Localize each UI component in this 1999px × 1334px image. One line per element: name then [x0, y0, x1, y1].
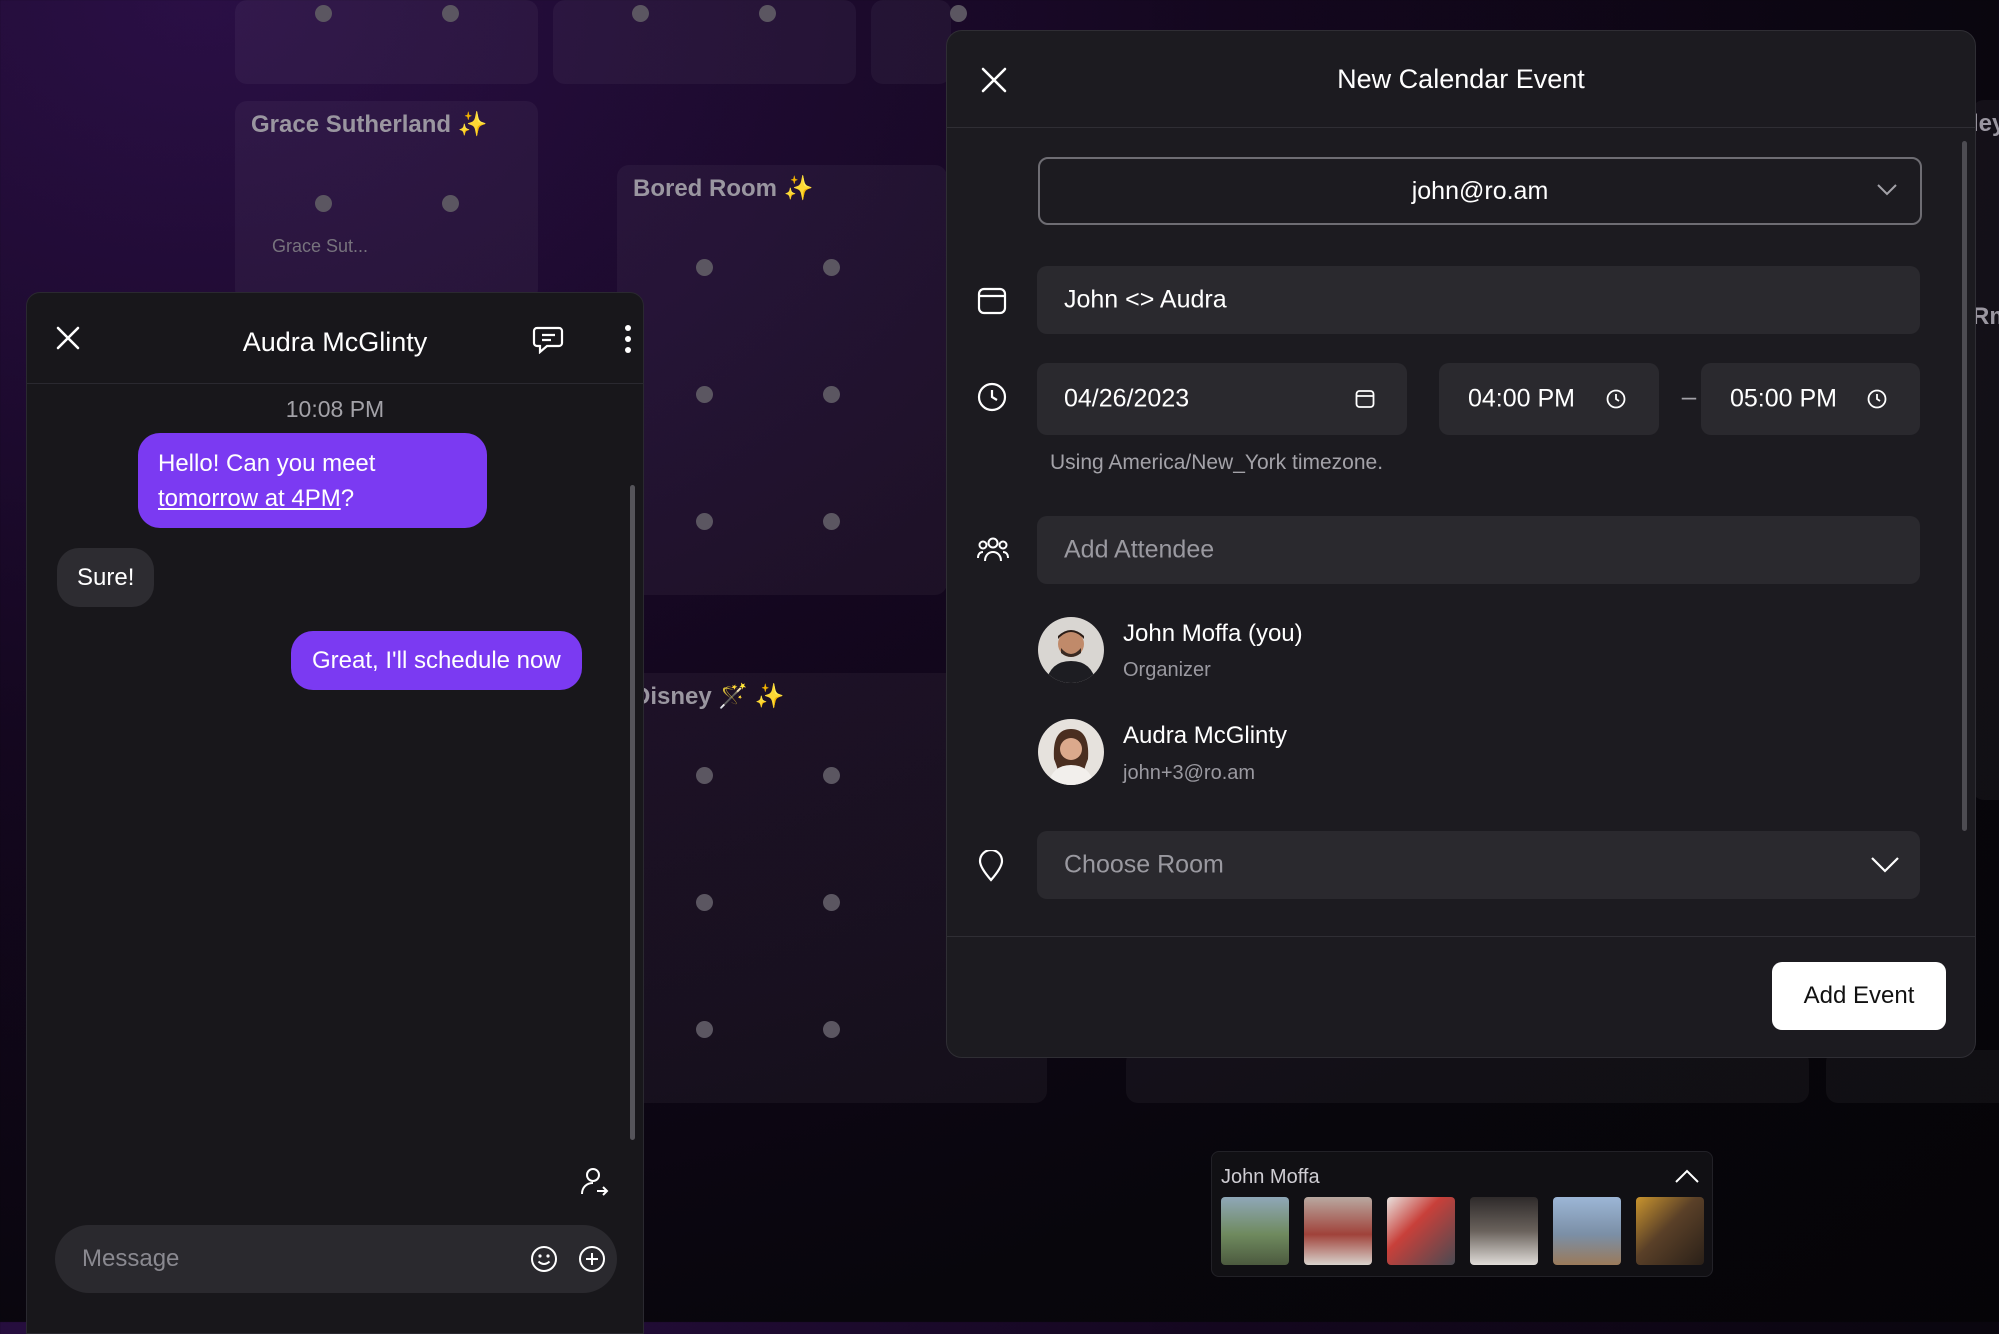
- room-occupant: Grace Sut...: [272, 236, 369, 256]
- room-name-fragment: ley: [1972, 110, 1999, 137]
- message-text: Hello! Can you meet: [158, 450, 376, 477]
- start-time-value: 04:00 PM: [1468, 384, 1576, 413]
- date-picker-icon[interactable]: [1355, 389, 1375, 409]
- message-input[interactable]: Message: [55, 1225, 617, 1293]
- message-text: Sure!: [77, 564, 135, 591]
- event-title-input[interactable]: John <> Audra: [1037, 266, 1920, 334]
- seat-dot: [759, 5, 776, 22]
- room-name: Bored Room ✨: [633, 175, 814, 202]
- chevron-up-icon[interactable]: [1674, 1168, 1700, 1184]
- message-text: ?: [340, 485, 355, 512]
- calendar-icon: [977, 286, 1007, 316]
- room-name: Grace Sutherland ✨: [251, 111, 488, 138]
- modal-footer-divider: [947, 936, 1975, 937]
- room-name: Disney 🪄 ✨: [633, 683, 785, 710]
- seat-dot: [442, 195, 459, 212]
- avatar: [1038, 719, 1104, 785]
- photo-thumbnail[interactable]: [1221, 1197, 1289, 1265]
- room-card-bored[interactable]: [617, 165, 947, 595]
- room-card: [235, 0, 538, 84]
- room-name-fragment: Rm: [1972, 303, 1999, 330]
- seat-dot: [315, 5, 332, 22]
- seat-dot: [442, 5, 459, 22]
- attendees-icon: [977, 534, 1009, 564]
- user-photo-strip: John Moffa: [1211, 1151, 1713, 1277]
- seat-dot: [696, 767, 713, 784]
- attendee-email: john+3@ro.am: [1123, 762, 1256, 784]
- strip-username: John Moffa: [1221, 1166, 1320, 1188]
- seat-dot: [823, 259, 840, 276]
- message-bubble-received: Sure!: [57, 548, 155, 607]
- timezone-note: Using America/New_York timezone.: [1050, 451, 1384, 474]
- event-title-value: John <> Audra: [1064, 285, 1227, 314]
- add-event-button[interactable]: Add Event: [1772, 962, 1946, 1030]
- seat-dot: [696, 894, 713, 911]
- seat-dot: [696, 513, 713, 530]
- seat-dot: [315, 195, 332, 212]
- room-card: [871, 0, 951, 84]
- new-event-modal: New Calendar Event john@ro.am John <> Au…: [946, 30, 1976, 1058]
- room-card: [1972, 100, 1999, 800]
- attendee-name: John Moffa (you): [1123, 620, 1303, 647]
- seat-dot: [950, 5, 967, 22]
- more-options-icon[interactable]: [623, 324, 633, 354]
- date-value: 04/26/2023: [1064, 384, 1190, 413]
- add-attendee-placeholder: Add Attendee: [1064, 535, 1215, 564]
- modal-header: New Calendar Event: [947, 31, 1975, 128]
- schedule-person-icon[interactable]: [579, 1166, 611, 1198]
- avatar: [1038, 617, 1104, 683]
- time-picker-icon[interactable]: [1606, 389, 1626, 409]
- chevron-down-icon: [1870, 856, 1900, 874]
- add-attachment-icon[interactable]: [578, 1245, 606, 1273]
- end-time-value: 05:00 PM: [1730, 384, 1838, 413]
- chevron-down-icon: [1876, 183, 1898, 197]
- seat-dot: [696, 259, 713, 276]
- add-attendee-input[interactable]: Add Attendee: [1037, 516, 1920, 584]
- chat-header: Audra McGlinty: [27, 293, 643, 384]
- modal-scrollbar[interactable]: [1962, 141, 1967, 831]
- seat-dot: [823, 386, 840, 403]
- account-select[interactable]: john@ro.am: [1038, 157, 1922, 225]
- emoji-icon[interactable]: [530, 1245, 558, 1273]
- seat-dot: [632, 5, 649, 22]
- photo-thumbnail[interactable]: [1304, 1197, 1372, 1265]
- message-placeholder: Message: [82, 1245, 180, 1272]
- chat-scrollbar[interactable]: [630, 485, 635, 1140]
- message-bubble-sent: Hello! Can you meet tomorrow at 4PM?: [138, 433, 487, 528]
- choose-room-select[interactable]: Choose Room: [1037, 831, 1920, 899]
- date-input[interactable]: 04/26/2023: [1037, 363, 1407, 435]
- choose-room-placeholder: Choose Room: [1064, 850, 1224, 879]
- attendee-role: Organizer: [1123, 659, 1211, 681]
- seat-dot: [823, 1021, 840, 1038]
- photo-thumbnail[interactable]: [1636, 1197, 1704, 1265]
- room-card: [553, 0, 856, 84]
- thread-icon[interactable]: [532, 324, 564, 354]
- photo-thumbnail[interactable]: [1387, 1197, 1455, 1265]
- account-value: john@ro.am: [1411, 177, 1549, 205]
- message-link[interactable]: tomorrow at 4PM: [158, 485, 341, 512]
- seat-dot: [696, 1021, 713, 1038]
- start-time-input[interactable]: 04:00 PM: [1439, 363, 1659, 435]
- location-pin-icon: [977, 850, 1005, 882]
- seat-dot: [823, 767, 840, 784]
- message-timestamp: 10:08 PM: [285, 396, 385, 422]
- photo-thumbnail[interactable]: [1553, 1197, 1621, 1265]
- message-bubble-sent: Great, I'll schedule now: [291, 631, 582, 690]
- end-time-input[interactable]: 05:00 PM: [1701, 363, 1920, 435]
- chat-panel: Audra McGlinty 10:08 PM Hello! Can you m…: [26, 292, 644, 1334]
- seat-dot: [823, 894, 840, 911]
- modal-title: New Calendar Event: [1337, 64, 1585, 94]
- message-text: Great, I'll schedule now: [312, 647, 561, 674]
- seat-dot: [823, 513, 840, 530]
- attendee-name: Audra McGlinty: [1123, 722, 1288, 749]
- clock-icon: [977, 382, 1007, 412]
- time-picker-icon[interactable]: [1867, 389, 1887, 409]
- photo-thumbnail[interactable]: [1470, 1197, 1538, 1265]
- seat-dot: [696, 386, 713, 403]
